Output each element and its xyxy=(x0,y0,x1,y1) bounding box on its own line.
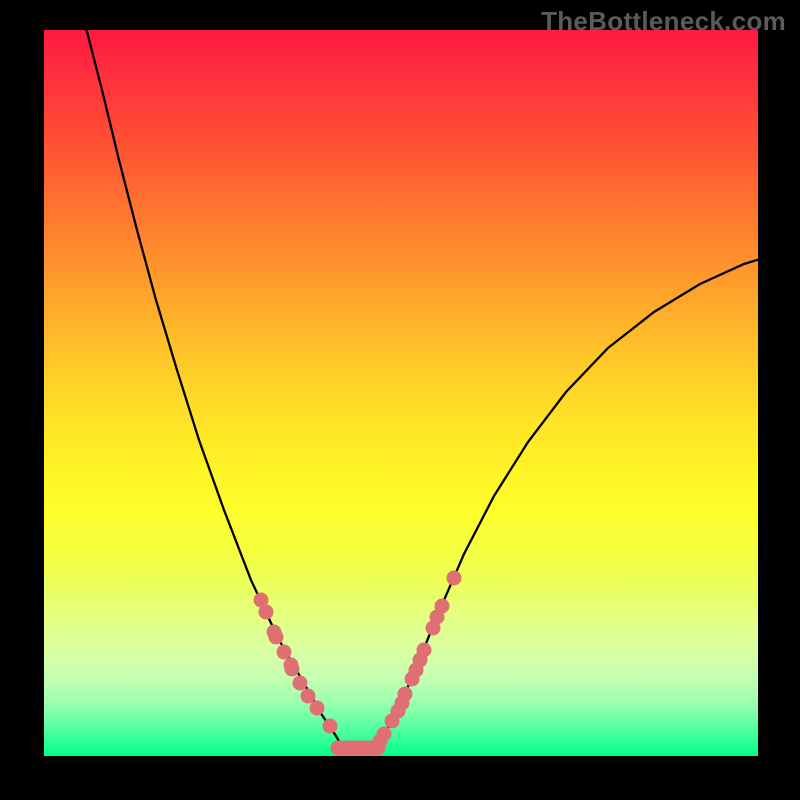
data-dot xyxy=(323,719,338,734)
curve-right xyxy=(374,256,758,750)
data-dot xyxy=(398,687,413,702)
curve-left xyxy=(84,30,344,750)
data-dot xyxy=(293,676,308,691)
chart-area xyxy=(44,30,758,756)
data-dot xyxy=(269,630,284,645)
data-dot xyxy=(285,662,300,677)
data-dot xyxy=(417,643,432,658)
data-dot xyxy=(310,701,325,716)
outer-frame: TheBottleneck.com xyxy=(0,0,800,800)
chart-svg xyxy=(44,30,758,756)
data-dot xyxy=(277,645,292,660)
data-dot xyxy=(301,689,316,704)
data-dot xyxy=(259,605,274,620)
data-dot xyxy=(447,571,462,586)
data-dot xyxy=(377,727,392,742)
data-dots xyxy=(254,571,462,749)
data-dot xyxy=(435,599,450,614)
